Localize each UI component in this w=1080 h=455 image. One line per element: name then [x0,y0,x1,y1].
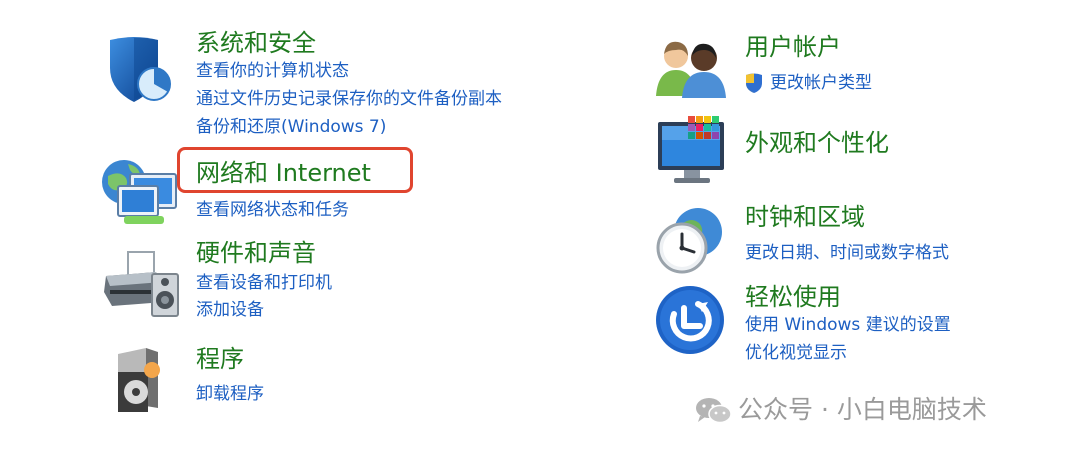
printer-speaker-icon [102,246,182,320]
user-accounts-title[interactable]: 用户帐户 [745,32,841,62]
uac-shield-icon [744,72,764,94]
optimize-display-link[interactable]: 优化视觉显示 [745,342,847,364]
appearance-icon [656,114,730,186]
devices-printers-link[interactable]: 查看设备和打印机 [196,272,332,294]
wechat-icon [694,396,732,436]
backup-restore-link[interactable]: 备份和还原(Windows 7) [196,116,386,138]
clock-region-icon [652,204,726,274]
system-security-title[interactable]: 系统和安全 [196,28,316,58]
programs-icon [112,346,164,414]
hardware-sound-title[interactable]: 硬件和声音 [196,238,316,268]
uninstall-program-link[interactable]: 卸载程序 [196,383,264,405]
appearance-title[interactable]: 外观和个性化 [745,128,889,158]
view-computer-status-link[interactable]: 查看你的计算机状态 [196,60,349,82]
file-history-link[interactable]: 通过文件历史记录保存你的文件备份副本 [196,88,502,110]
change-account-type-link[interactable]: 更改帐户类型 [770,72,872,94]
programs-title[interactable]: 程序 [196,344,244,374]
change-date-time-link[interactable]: 更改日期、时间或数字格式 [745,242,949,264]
add-device-link[interactable]: 添加设备 [196,299,264,321]
recommended-settings-link[interactable]: 使用 Windows 建议的设置 [745,314,951,336]
user-accounts-icon [654,38,728,98]
watermark-text: 公众号 · 小白电脑技术 [738,395,987,424]
view-network-status-link[interactable]: 查看网络状态和任务 [196,199,349,221]
ease-of-access-title[interactable]: 轻松使用 [745,282,841,312]
shield-icon [104,34,172,106]
clock-region-title[interactable]: 时钟和区域 [745,202,865,232]
network-icon [100,156,180,228]
network-internet-title[interactable]: 网络和 Internet [196,158,371,188]
ease-of-access-icon [654,284,726,356]
